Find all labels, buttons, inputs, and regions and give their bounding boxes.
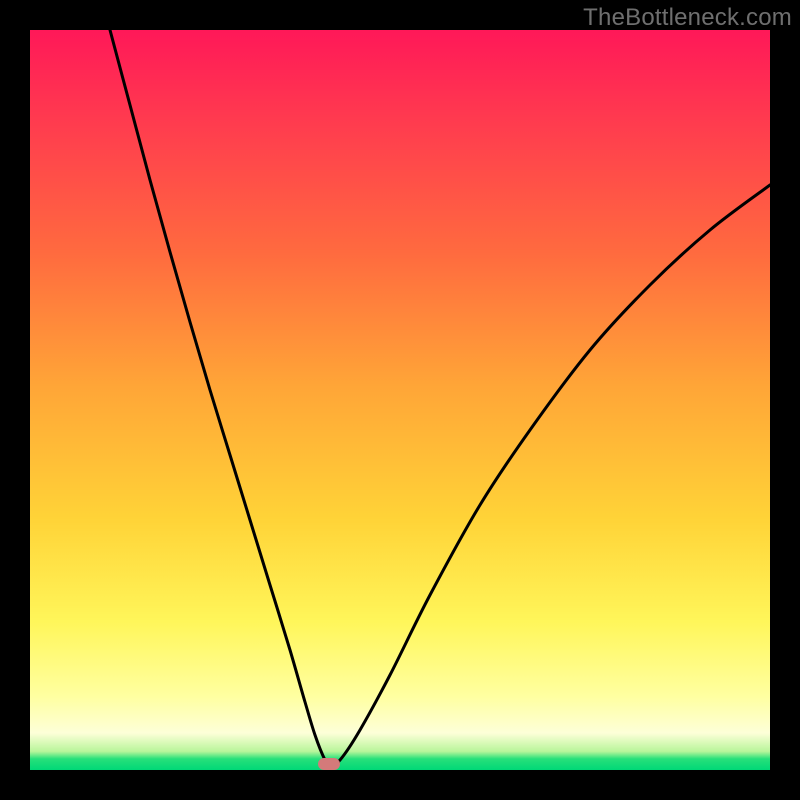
plot-area [30, 30, 770, 770]
bottleneck-curve [110, 30, 770, 765]
chart-frame: TheBottleneck.com [0, 0, 800, 800]
optimum-marker [318, 758, 340, 770]
curve-svg [30, 30, 770, 770]
watermark-text: TheBottleneck.com [583, 4, 792, 32]
